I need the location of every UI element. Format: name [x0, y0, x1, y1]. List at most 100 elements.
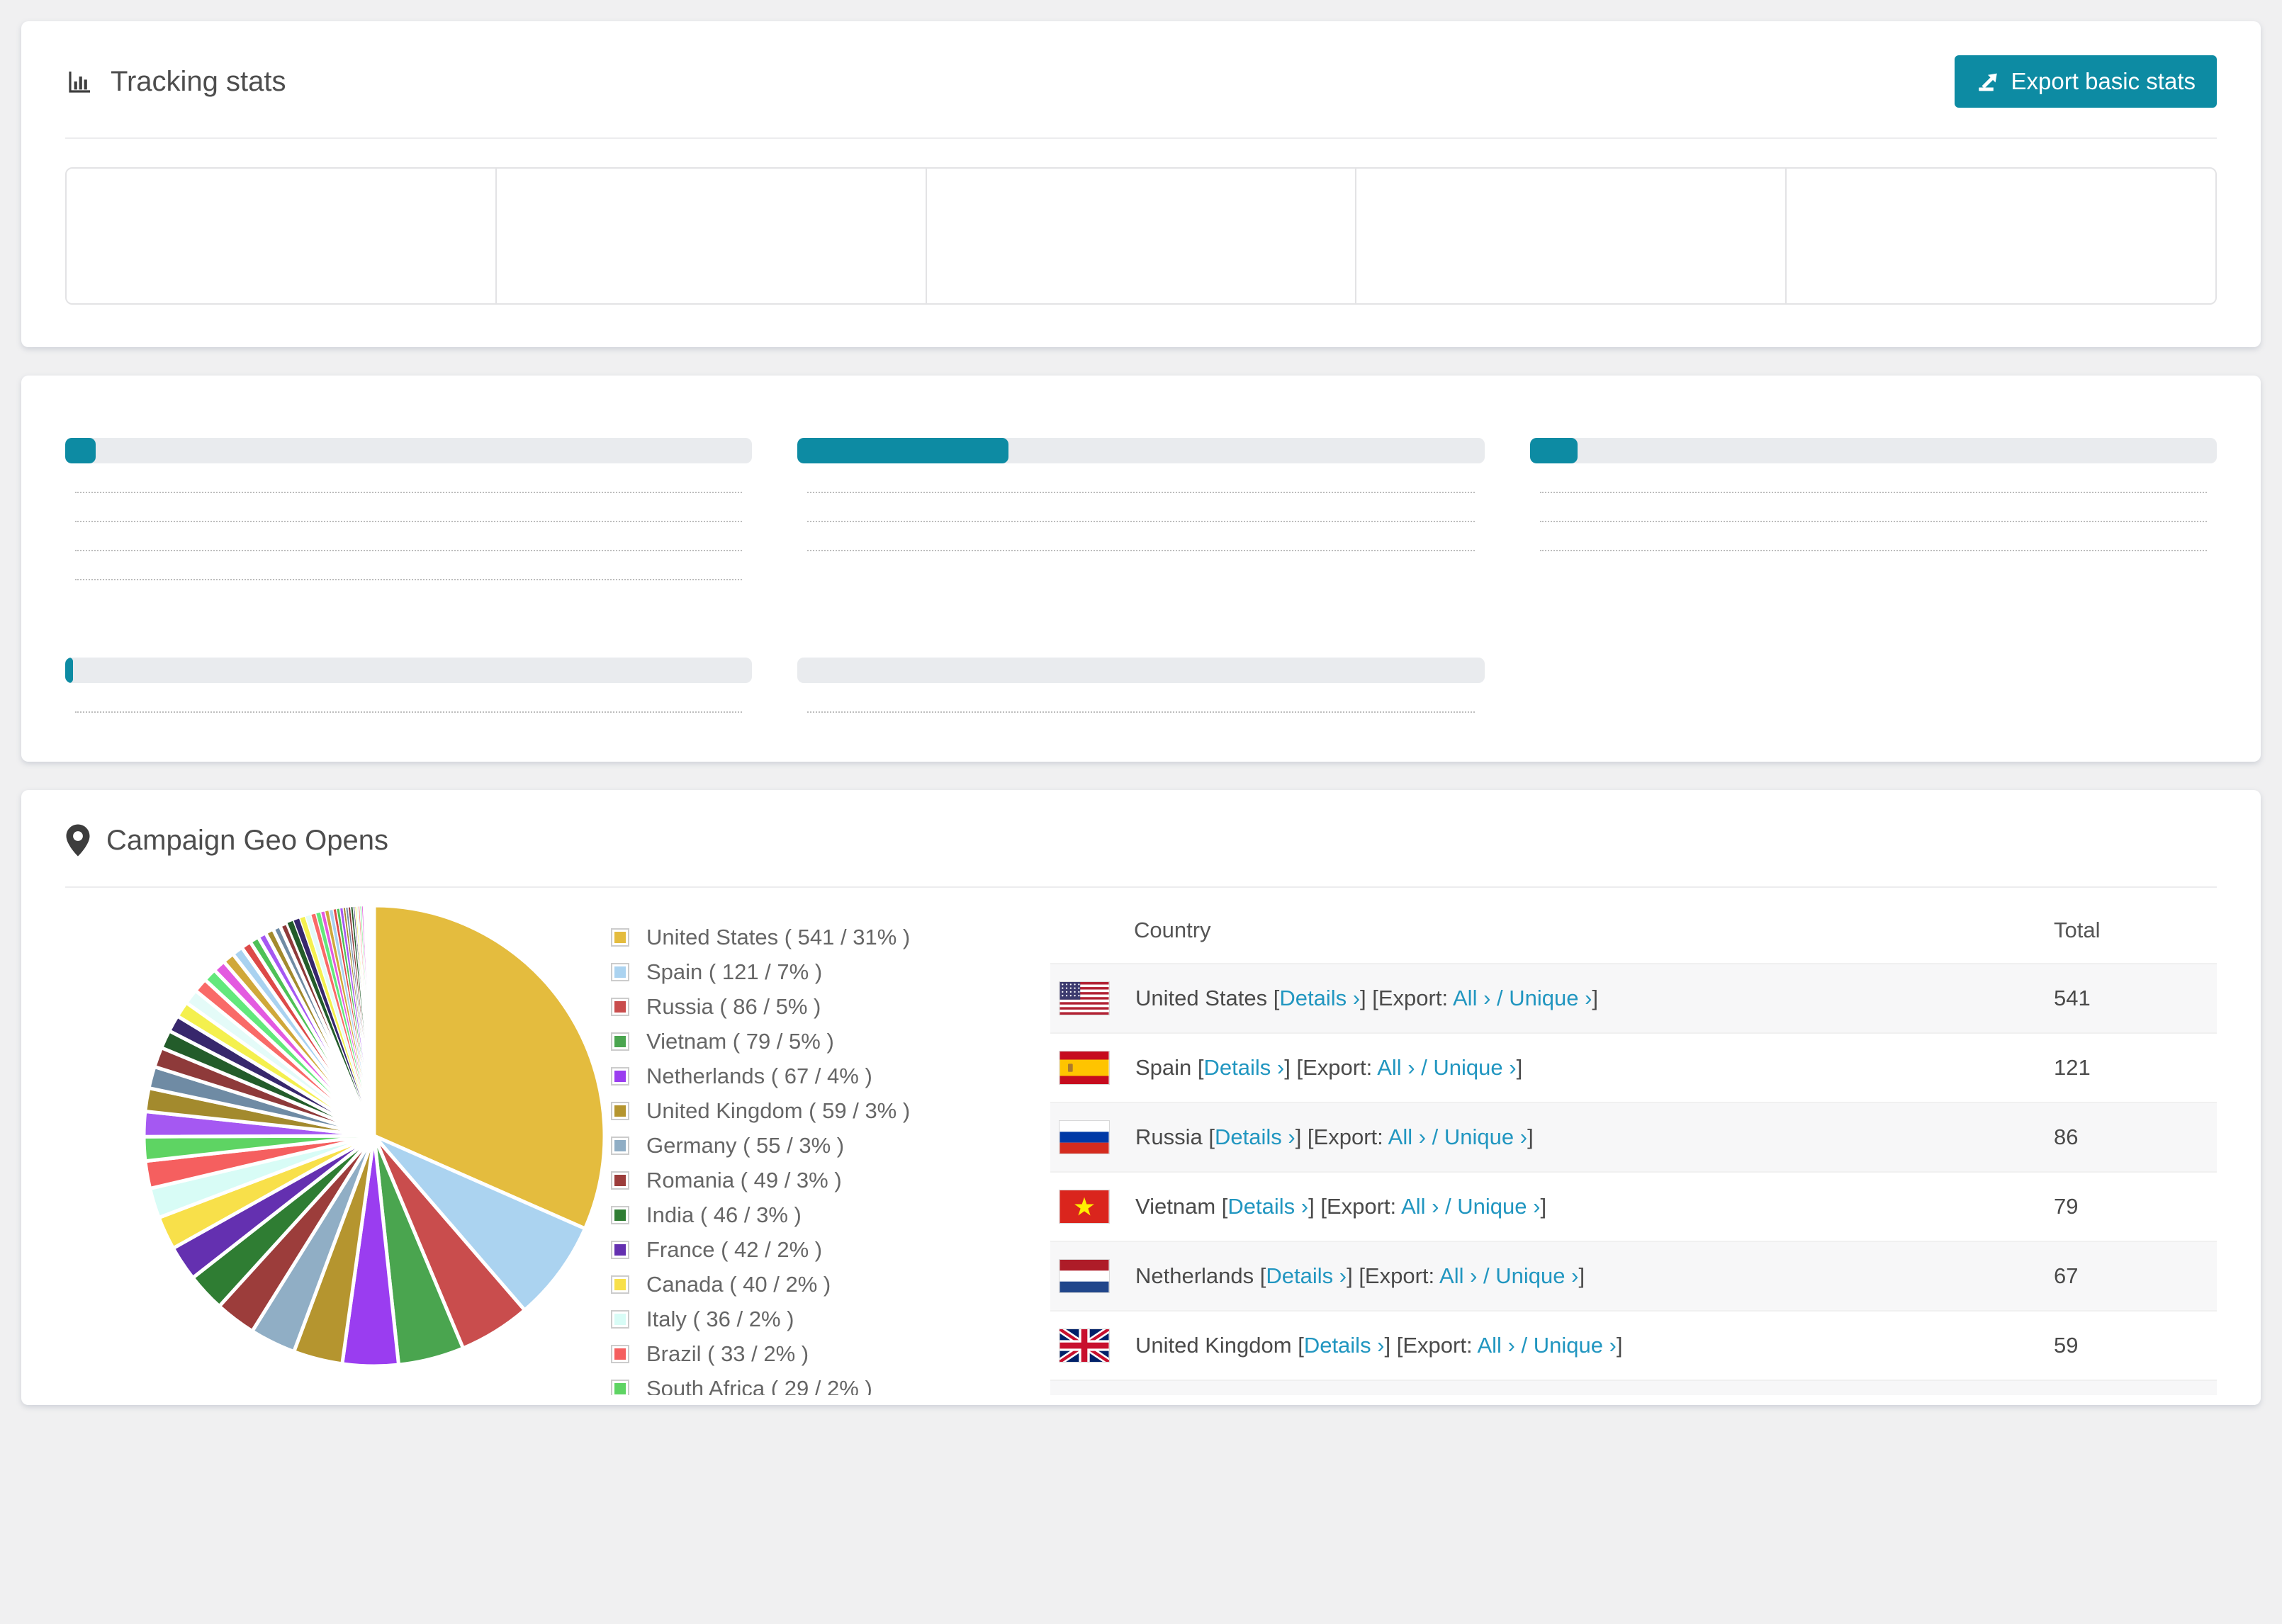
legend-label: United Kingdom ( 59 / 3% ) [646, 1098, 911, 1123]
legend-swatch-icon [611, 928, 629, 947]
export-all-link[interactable]: All › [1477, 1333, 1514, 1358]
rate-progress-bar [797, 658, 1485, 683]
stat-box-unsubscribes [925, 169, 1356, 303]
nl-flag-icon [1059, 1259, 1110, 1293]
rate-stat-line [65, 579, 752, 585]
country-cell-text: United Kingdom [Details ›] [Export: All … [1135, 1333, 1623, 1358]
total-cell: 59 [2054, 1333, 2079, 1358]
geo-table-container: Country Total United States [Details ›] … [1050, 888, 2217, 1395]
legend-swatch-icon [611, 1067, 629, 1086]
dotted-leader [807, 711, 1475, 713]
rate-block-clicks-rate [65, 419, 753, 585]
legend-swatch-icon [611, 1380, 629, 1395]
export-unique-link[interactable]: Unique › [1444, 1124, 1527, 1149]
stat-box-bounces [1785, 169, 2215, 303]
rate-progress-bar [65, 658, 753, 683]
rates-card [21, 376, 2261, 762]
legend-label: Brazil ( 33 / 2% ) [646, 1341, 809, 1366]
export-icon [1976, 69, 2000, 94]
total-cell: 541 [2054, 986, 2091, 1010]
geo-table-row-nl: Netherlands [Details ›] [Export: All › /… [1050, 1241, 2217, 1311]
legend-swatch-icon [611, 1275, 629, 1294]
dotted-leader [75, 711, 743, 713]
legend-item-south-africa: South Africa ( 29 / 2% ) [611, 1376, 1050, 1395]
export-basic-stats-label: Export basic stats [2011, 68, 2196, 94]
rates-grid [65, 419, 2217, 718]
country-column-header: Country [1134, 918, 1211, 942]
rate-progress-fill [65, 438, 96, 463]
legend-label: France ( 42 / 2% ) [646, 1237, 823, 1262]
export-unique-link[interactable]: Unique › [1433, 1055, 1516, 1080]
export-all-link[interactable]: All › [1388, 1124, 1426, 1149]
export-all-link[interactable]: All › [1401, 1194, 1439, 1219]
export-all-link[interactable]: All › [1453, 986, 1490, 1010]
export-all-link[interactable]: All › [1439, 1263, 1477, 1288]
dotted-leader [75, 521, 743, 522]
details-link[interactable]: Details › [1279, 986, 1360, 1010]
stat-box-clicks [495, 169, 926, 303]
rate-progress-bar [1529, 438, 2217, 463]
geo-table-row-ru: Russia [Details ›] [Export: All › / Uniq… [1050, 1103, 2217, 1172]
details-link[interactable]: Details › [1304, 1333, 1385, 1358]
total-column-header: Total [2054, 918, 2101, 942]
rate-stat-line [1530, 550, 2217, 556]
dotted-leader [75, 550, 743, 551]
details-link[interactable]: Details › [1227, 1194, 1308, 1219]
rate-stat-line [1530, 521, 2217, 527]
export-unique-link[interactable]: Unique › [1509, 986, 1592, 1010]
country-cell-text: Netherlands [Details ›] [Export: All › /… [1135, 1263, 1585, 1288]
legend-swatch-icon [611, 1137, 629, 1155]
dotted-leader [1539, 492, 2207, 493]
total-cell: 55 [2054, 1380, 2217, 1395]
rate-stat-line [65, 550, 752, 556]
rate-progress-bar [797, 438, 1485, 463]
details-link[interactable]: Details › [1215, 1124, 1295, 1149]
legend-swatch-icon [611, 1171, 629, 1190]
geo-table-row-de: Germany [Details ›] [Export: All › / Uni… [1050, 1380, 2217, 1395]
dotted-leader [807, 521, 1475, 522]
bar-chart-icon [65, 67, 95, 96]
legend-label: United States ( 541 / 31% ) [646, 925, 911, 949]
geo-header: Campaign Geo Opens [65, 824, 388, 857]
legend-item-russia: Russia ( 86 / 5% ) [611, 994, 1050, 1020]
geo-pie-legend: United States ( 541 / 31% ) Spain ( 121 /… [611, 925, 1050, 1395]
dotted-leader [1539, 521, 2207, 522]
rate-stat-line [797, 550, 1484, 556]
legend-item-india: India ( 46 / 3% ) [611, 1202, 1050, 1228]
rate-stat-line [65, 521, 752, 527]
legend-item-united-states: United States ( 541 / 31% ) [611, 925, 1050, 950]
details-link[interactable]: Details › [1204, 1055, 1285, 1080]
legend-swatch-icon [611, 1206, 629, 1224]
rate-stat-line [1530, 492, 2217, 498]
total-cell: 86 [2054, 1124, 2079, 1149]
tracking-stats-header: Tracking stats [65, 66, 286, 98]
geo-body: United States ( 541 / 31% ) Spain ( 121 /… [21, 888, 2261, 1395]
legend-swatch-icon [611, 1310, 629, 1329]
campaign-geo-opens-card: Campaign Geo Opens United States ( 541 /… [21, 790, 2261, 1405]
country-name: Spain [1135, 1055, 1192, 1080]
export-all-link[interactable]: All › [1377, 1055, 1415, 1080]
dotted-leader [1539, 550, 2207, 551]
export-unique-link[interactable]: Unique › [1534, 1333, 1617, 1358]
geo-pie-container [65, 888, 611, 1395]
country-name: Netherlands [1135, 1263, 1254, 1288]
legend-label: Netherlands ( 67 / 4% ) [646, 1064, 872, 1088]
vn-flag-icon [1059, 1190, 1110, 1224]
country-name: Vietnam [1135, 1194, 1216, 1219]
export-basic-stats-button[interactable]: Export basic stats [1954, 55, 2217, 108]
rate-progress-fill [1529, 438, 1578, 463]
legend-label: South Africa ( 29 / 2% ) [646, 1376, 872, 1395]
legend-item-united-kingdom: United Kingdom ( 59 / 3% ) [611, 1098, 1050, 1124]
legend-swatch-icon [611, 1241, 629, 1259]
export-unique-link[interactable]: Unique › [1457, 1194, 1540, 1219]
es-flag-icon [1059, 1051, 1110, 1085]
geo-table-row-us: United States [Details ›] [Export: All ›… [1050, 964, 2217, 1033]
legend-label: Spain ( 121 / 7% ) [646, 959, 823, 984]
rate-stat-line [797, 711, 1484, 718]
details-link[interactable]: Details › [1266, 1263, 1347, 1288]
legend-item-netherlands: Netherlands ( 67 / 4% ) [611, 1064, 1050, 1089]
export-unique-link[interactable]: Unique › [1495, 1263, 1578, 1288]
country-name: United Kingdom [1135, 1333, 1292, 1358]
legend-swatch-icon [611, 1032, 629, 1051]
geo-opens-table: Country Total United States [Details ›] … [1050, 888, 2217, 1395]
